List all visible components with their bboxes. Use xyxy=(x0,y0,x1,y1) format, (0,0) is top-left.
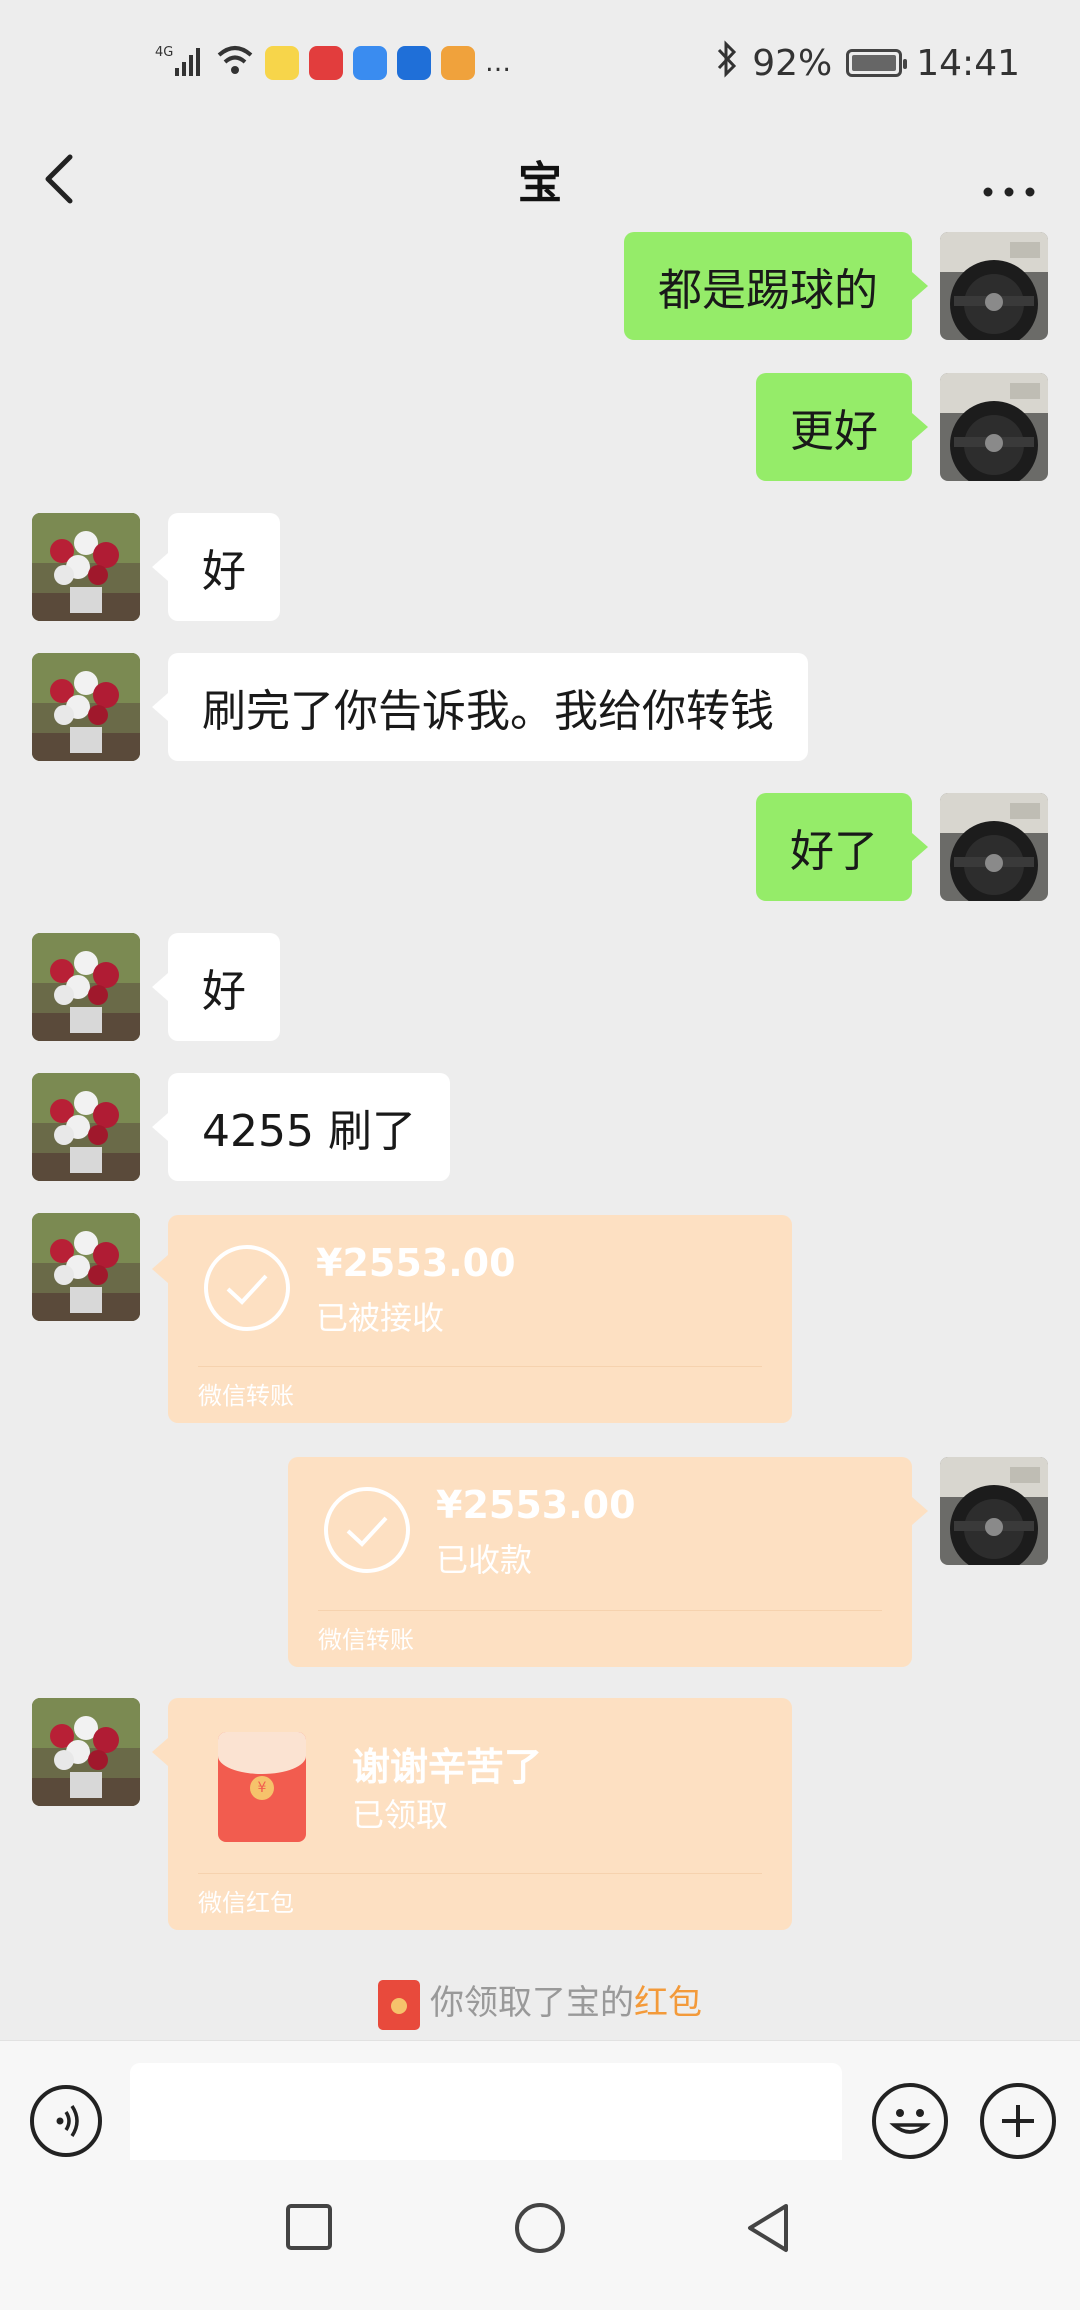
peer-avatar[interactable] xyxy=(32,1073,140,1181)
transfer-label: 微信转账 xyxy=(198,1382,294,1410)
my-avatar[interactable] xyxy=(940,1457,1048,1565)
status-right: 92% 14:41 xyxy=(716,38,1020,88)
my-avatar[interactable] xyxy=(940,373,1048,481)
peer-message-bubble[interactable]: 4255 刷了 xyxy=(152,1073,450,1181)
plus-icon xyxy=(1002,2105,1034,2137)
peer-avatar[interactable] xyxy=(32,933,140,1041)
chat-title: 宝 xyxy=(518,158,562,209)
more-button[interactable] xyxy=(974,149,1044,209)
message-text: 好了 xyxy=(790,826,878,877)
my-message-bubble[interactable]: 更好 xyxy=(756,373,928,481)
transfer-status: 已被接收 xyxy=(316,1299,445,1337)
transfer-status: 已收款 xyxy=(436,1541,533,1579)
coin-icon: ¥ xyxy=(250,1776,274,1800)
peer-message-bubble[interactable]: 好 xyxy=(152,933,280,1041)
transfer-amount: ¥2553.00 xyxy=(436,1483,636,1527)
red-packet-icon xyxy=(378,1979,420,2030)
my-message-bubble[interactable]: 都是踢球的 xyxy=(624,232,928,340)
status-left: 4G … xyxy=(155,38,511,88)
wifi-icon xyxy=(215,43,255,84)
bluetooth-icon xyxy=(716,39,738,87)
clock: 14:41 xyxy=(916,42,1020,84)
peer-message-bubble[interactable]: 刷完了你告诉我。我给你转钱 xyxy=(152,653,808,761)
taobao-app-icon xyxy=(441,46,475,80)
red-packet-label: 微信红包 xyxy=(198,1889,294,1917)
svg-text:4G: 4G xyxy=(155,45,173,60)
system-note-text: 你领取了宝的 xyxy=(430,1983,634,2023)
card-divider xyxy=(198,1873,762,1874)
red-app-icon xyxy=(309,46,343,80)
peer-avatar[interactable] xyxy=(32,1213,140,1321)
square-icon xyxy=(286,2204,332,2250)
my-avatar[interactable] xyxy=(940,232,1048,340)
message-text: 好 xyxy=(202,966,246,1017)
red-packet-card[interactable]: ¥ 谢谢辛苦了 已领取 微信红包 xyxy=(152,1698,792,1930)
status-bar: 4G … 92% 14:41 xyxy=(0,0,1080,125)
red-envelope-icon: ¥ xyxy=(218,1732,306,1842)
message-input[interactable] xyxy=(130,2063,842,2169)
peer-avatar[interactable] xyxy=(32,513,140,621)
more-dots-icon xyxy=(983,187,1035,197)
bulb-app-icon xyxy=(397,46,431,80)
transfer-amount: ¥2553.00 xyxy=(316,1241,516,1285)
peer-message-bubble[interactable]: 好 xyxy=(152,513,280,621)
battery-percent: 92% xyxy=(752,42,833,84)
home-button[interactable] xyxy=(512,2200,568,2260)
smiley-icon xyxy=(889,2109,931,2134)
cellular-signal-icon: 4G xyxy=(155,42,205,85)
card-divider xyxy=(318,1610,882,1611)
emoji-button[interactable] xyxy=(872,2083,948,2159)
more-features-button[interactable] xyxy=(980,2083,1056,2159)
battery-icon xyxy=(846,49,908,77)
my-message-bubble[interactable]: 好了 xyxy=(756,793,928,901)
cloud-app-icon xyxy=(353,46,387,80)
transfer-label: 微信转账 xyxy=(318,1626,414,1654)
transfer-card[interactable]: ¥2553.00 已收款 微信转账 xyxy=(288,1457,928,1667)
voice-icon xyxy=(56,2105,79,2137)
back-nav-button[interactable] xyxy=(742,2200,796,2260)
voice-input-button[interactable] xyxy=(30,2085,102,2157)
red-packet-status: 已领取 xyxy=(352,1796,449,1834)
red-packet-link[interactable]: 红包 xyxy=(634,1983,702,2023)
peer-avatar[interactable] xyxy=(32,653,140,761)
more-notifications-icon: … xyxy=(485,48,511,78)
check-circle-icon xyxy=(204,1245,290,1331)
message-text: 都是踢球的 xyxy=(658,265,878,316)
circle-icon xyxy=(515,2203,565,2253)
transfer-card[interactable]: ¥2553.00 已被接收 微信转账 xyxy=(152,1215,792,1423)
chat-header: 宝 xyxy=(0,125,1080,233)
message-text: 好 xyxy=(202,546,246,597)
weibo-app-icon xyxy=(265,46,299,80)
triangle-back-icon xyxy=(748,2204,788,2252)
peer-avatar[interactable] xyxy=(32,1698,140,1806)
system-note: 你领取了宝的红包 xyxy=(0,1975,1080,2030)
system-navigation-bar xyxy=(0,2160,1080,2310)
my-avatar[interactable] xyxy=(940,793,1048,901)
check-circle-icon xyxy=(324,1487,410,1573)
recent-apps-button[interactable] xyxy=(282,2200,336,2258)
red-packet-message: 谢谢辛苦了 xyxy=(352,1745,543,1789)
message-text: 4255 刷了 xyxy=(202,1106,416,1157)
message-text: 更好 xyxy=(790,406,878,457)
message-text: 刷完了你告诉我。我给你转钱 xyxy=(202,686,774,737)
card-divider xyxy=(198,1366,762,1367)
